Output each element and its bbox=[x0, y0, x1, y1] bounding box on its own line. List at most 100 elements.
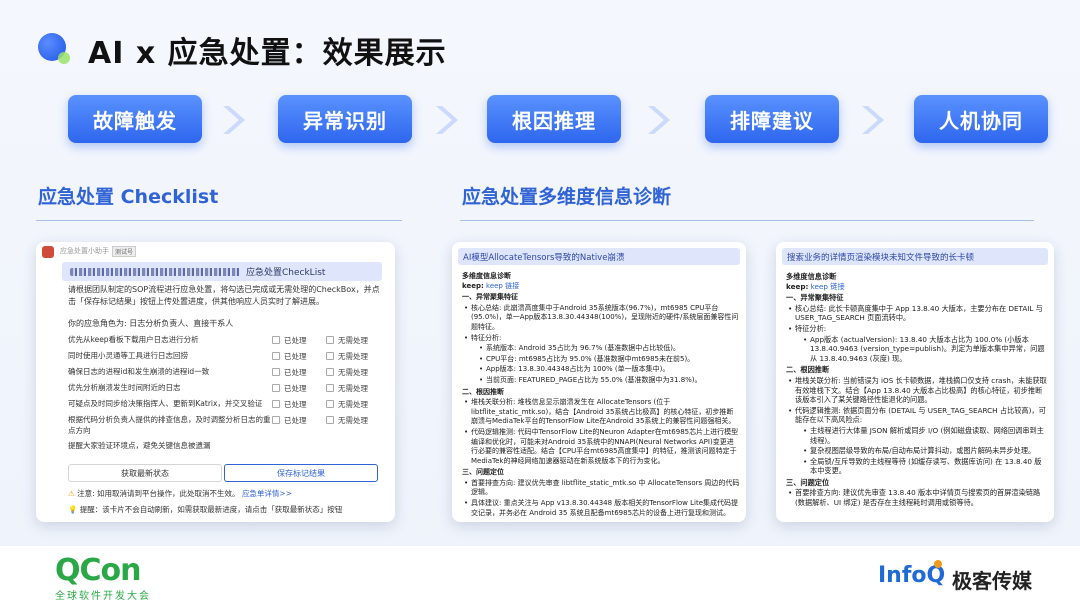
qcon-subtitle: 全球软件开发大会 bbox=[55, 591, 151, 602]
section-locate: 三、问题定位 bbox=[786, 477, 830, 487]
core-summary: 核心总结: 此崩溃高度集中于Android 35系统版本(96.7%)，mt69… bbox=[462, 304, 740, 333]
diagnosis-card-native-crash: AI模型AllocateTensors导致的Native崩溃 多维度信息诊断 k… bbox=[452, 242, 746, 522]
diagnosis-card-long-lag: 搜索业务的详情页渲染模块未知文件导致的长卡顿 多维度信息诊断 keep: kee… bbox=[776, 242, 1054, 522]
arrow-right-icon bbox=[648, 106, 670, 134]
section-title-checklist: 应急处置 Checklist bbox=[38, 186, 219, 208]
specific-suggestion: 具体建议: 重点关注与 App v13.8.30.44348 版本相关的Tens… bbox=[462, 499, 740, 518]
skip-checkbox[interactable] bbox=[326, 352, 334, 360]
skip-label: 无需处理 bbox=[338, 336, 368, 345]
done-label: 已处理 bbox=[284, 336, 307, 345]
ticket-detail-link[interactable]: 应急单详情>> bbox=[242, 489, 292, 498]
save-marks-button[interactable]: 保存标记结果 bbox=[224, 464, 378, 482]
diagnosis-heading: 多维度信息诊断 bbox=[786, 272, 837, 281]
infoq-brand-cn: 极客传媒 bbox=[952, 569, 1032, 593]
diagnosis-heading: 多维度信息诊断 bbox=[462, 272, 511, 280]
role-line: 你的应急角色为: 日志分析负责人、直接干系人 bbox=[68, 319, 234, 328]
title-dot-accent-icon bbox=[58, 52, 70, 64]
bulb-icon: 💡 bbox=[68, 505, 78, 514]
checklist-banner: 应急处置CheckList bbox=[62, 262, 382, 281]
skip-label: 无需处理 bbox=[338, 368, 368, 377]
section-divider bbox=[460, 220, 1034, 221]
done-label: 已处理 bbox=[284, 384, 307, 393]
diagnosis-card-title: AI模型AllocateTensors导致的Native崩溃 bbox=[458, 248, 740, 265]
diagnosis-card-body: 多维度信息诊断 keep: keep 链接 一、异常聚集特征 核心总结: 此崩溃… bbox=[462, 270, 740, 518]
slide-title: AI x 应急处置：效果展示 bbox=[88, 36, 447, 71]
stack-analysis: 堆栈关联分析: 当前错误为 iOS 长卡顿数据，堆栈摘口仅支持 crash，未能… bbox=[786, 376, 1048, 405]
checklist-card: 应急处置小助手 测试号 应急处置CheckList 请根据团队制定的SOP流程进… bbox=[36, 242, 395, 522]
tip-note: 💡 提醒：该卡片不会自动刷新，如需获取最新进度，请点击「获取最新状态」按钮 bbox=[68, 504, 342, 515]
redacted-text bbox=[70, 267, 240, 276]
app-badge: 测试号 bbox=[112, 245, 137, 257]
arrow-right-icon bbox=[223, 106, 245, 134]
done-checkbox[interactable] bbox=[272, 416, 280, 424]
step-anomaly-detection: 异常识别 bbox=[278, 95, 412, 143]
diagnosis-card-body: 多维度信息诊断 keep: keep 链接 一、异常聚集特征 核心总结: 此长卡… bbox=[786, 270, 1048, 508]
arrow-right-icon bbox=[862, 106, 884, 134]
keep-link[interactable]: keep 链接 bbox=[486, 282, 519, 290]
feature-item: 当前页面: FEATURED_PAGE占比为 55.0% (基准数据中为31.8… bbox=[462, 376, 740, 386]
step-root-cause: 根因推理 bbox=[487, 95, 621, 143]
primary-direction: 首要排查方向: 建议优先审查 13.8.40 版本中详情页与搜索页的首屏渲染链路… bbox=[786, 488, 1048, 507]
arrow-right-icon bbox=[436, 106, 458, 134]
done-checkbox[interactable] bbox=[272, 400, 280, 408]
section-root-cause: 二、根因推断 bbox=[786, 365, 830, 375]
checklist-item: 可疑点及时同步给决策指挥人、更新到Katrix，并交叉验证 bbox=[68, 399, 263, 408]
refresh-status-button[interactable]: 获取最新状态 bbox=[68, 464, 222, 482]
section-locate: 三、问题定位 bbox=[462, 468, 504, 477]
checklist-item: 提醒大家验证环境点，避免关键信息被遗漏 bbox=[68, 441, 211, 450]
banner-title: 应急处置CheckList bbox=[246, 268, 326, 278]
stack-analysis: 堆栈关联分析: 堆栈信息显示崩溃发生在 AllocateTensors (位于 … bbox=[462, 398, 740, 427]
qcon-logo: QCon bbox=[55, 553, 141, 588]
diagnosis-card-title: 搜索业务的详情页渲染模块未知文件导致的长卡顿 bbox=[782, 248, 1048, 265]
checklist-item: 确保日志的进程id和发生崩溃的进程id一致 bbox=[68, 367, 210, 376]
done-checkbox[interactable] bbox=[272, 368, 280, 376]
keep-row: keep: keep 链接 bbox=[786, 282, 1048, 292]
feature-item: CPU平台: mt6985占比为 95.0% (基准数据中mt6985未在前5)… bbox=[462, 355, 740, 365]
risk-item: 全局锁/互斥导致的主线程等待 (如缓存读写、数据库访问) 在 13.8.40 版… bbox=[786, 457, 1048, 476]
section-root-cause: 二、根因推断 bbox=[462, 387, 504, 396]
keep-label: keep: bbox=[462, 281, 484, 290]
warning-text: 注意: 如用取消请到平台操作，此处取消不生效。 bbox=[77, 489, 240, 498]
skip-checkbox[interactable] bbox=[326, 416, 334, 424]
warning-icon: ⚠ bbox=[68, 489, 75, 498]
section-anomaly: 一、异常聚集特征 bbox=[462, 293, 518, 302]
feature-item: 系统版本: Android 35占比为 96.7% (基准数据中占比较低)。 bbox=[462, 344, 740, 354]
skip-label: 无需处理 bbox=[338, 400, 368, 409]
feature-item: App版本 (actualVersion): 13.8.40 大版本占比为 10… bbox=[786, 335, 1048, 364]
step-human-collab: 人机协同 bbox=[914, 95, 1048, 143]
done-checkbox[interactable] bbox=[272, 384, 280, 392]
risk-item: 复杂视图层级导致的布局/自动布局计算抖动，或图片解码未异步处理。 bbox=[786, 446, 1048, 456]
infoq-dot-icon bbox=[934, 560, 942, 568]
core-summary: 核心总结: 此长卡顿高度集中于 App 13.8.40 大版本，主要分布在 DE… bbox=[786, 304, 1048, 323]
done-checkbox[interactable] bbox=[272, 336, 280, 344]
code-inference: 代码逻辑推测: 代码中TensorFlow Lite的Neuron Adapte… bbox=[462, 428, 740, 466]
skip-label: 无需处理 bbox=[338, 384, 368, 393]
checklist-intro: 请根据团队制定的SOP流程进行应急处置，将勾选已完成或无需处理的CheckBox… bbox=[68, 285, 380, 306]
keep-label: keep: bbox=[786, 281, 809, 291]
skip-label: 无需处理 bbox=[338, 416, 368, 425]
done-label: 已处理 bbox=[284, 368, 307, 377]
skip-checkbox[interactable] bbox=[326, 368, 334, 376]
keep-link[interactable]: keep 链接 bbox=[811, 282, 845, 291]
feature-analysis: 特征分析: bbox=[462, 334, 740, 344]
step-fault-trigger: 故障触发 bbox=[68, 95, 202, 143]
done-label: 已处理 bbox=[284, 416, 307, 425]
skip-checkbox[interactable] bbox=[326, 384, 334, 392]
checklist-item: 同时使用小灵通等工具进行日志回捞 bbox=[68, 351, 188, 360]
tip-text: 提醒：该卡片不会自动刷新，如需获取最新进度，请点击「获取最新状态」按钮 bbox=[79, 505, 343, 514]
keep-row: keep: keep 链接 bbox=[462, 282, 740, 292]
skip-checkbox[interactable] bbox=[326, 400, 334, 408]
feature-item: App版本: 13.8.30.44348占比为 100% (单一版本集中)。 bbox=[462, 365, 740, 375]
done-label: 已处理 bbox=[284, 400, 307, 409]
primary-direction: 首要排查方向: 建议优先审查 libtflite_static_mtk.so 中… bbox=[462, 479, 740, 498]
section-title-diagnosis: 应急处置多维度信息诊断 bbox=[462, 186, 672, 208]
done-checkbox[interactable] bbox=[272, 352, 280, 360]
card-header: 应急处置小助手 测试号 bbox=[36, 242, 395, 260]
done-label: 已处理 bbox=[284, 352, 307, 361]
warning-note: ⚠ 注意: 如用取消请到平台操作，此处取消不生效。 应急单详情>> bbox=[68, 488, 292, 499]
skip-checkbox[interactable] bbox=[326, 336, 334, 344]
code-inference: 代码逻辑推测: 依据页面分布 (DETAIL 与 USER_TAG_SEARCH… bbox=[786, 406, 1048, 425]
section-divider bbox=[36, 220, 402, 221]
section-anomaly: 一、异常聚集特征 bbox=[786, 293, 844, 303]
checklist-item: 优先分析崩溃发生时间附近的日志 bbox=[68, 383, 181, 392]
